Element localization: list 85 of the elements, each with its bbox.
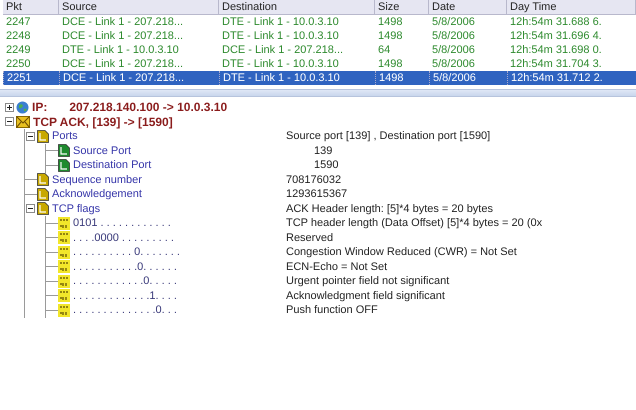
field-value: Reserved bbox=[286, 232, 334, 244]
field-value: Push function OFF bbox=[286, 304, 378, 316]
bits-icon bbox=[58, 246, 70, 259]
table-cell-text: 5/8/2006 bbox=[431, 29, 476, 43]
document-icon bbox=[37, 173, 49, 186]
field-value: ACK Header length: [5]*4 bytes = 20 bytes bbox=[286, 202, 493, 215]
table-cell-text: 2249 bbox=[5, 43, 32, 57]
field-name[interactable]: IP: bbox=[32, 100, 48, 114]
table-cell: 12h:54m 31.712 2. bbox=[507, 71, 636, 85]
column-header[interactable]: Day Time bbox=[507, 0, 636, 15]
collapse-icon[interactable] bbox=[26, 204, 35, 214]
field-value: Congestion Window Reduced (CWR) = Not Set bbox=[286, 246, 517, 258]
field-name[interactable]: Destination Port bbox=[73, 159, 152, 172]
bits-icon bbox=[58, 289, 70, 302]
field-name[interactable]: Source Port bbox=[73, 144, 132, 157]
field-value: Urgent pointer field not significant bbox=[286, 275, 450, 288]
field-value: Source port [139] , Destination port [1590] bbox=[286, 130, 490, 142]
collapse-icon[interactable] bbox=[26, 132, 35, 141]
document-icon bbox=[37, 202, 49, 216]
table-cell: 1498 bbox=[375, 71, 429, 85]
bit-pattern[interactable]: . . . .0000 . . . . . . . . . bbox=[73, 232, 174, 244]
table-cell-text: 12h:54m 31.688 6. bbox=[509, 15, 603, 29]
table-cell-text: DTE - Link 1 - 10.0.3.10 bbox=[221, 57, 340, 71]
table-cell: 2251 bbox=[3, 71, 59, 85]
table-cell-text: DCE - Link 1 - 207.218... bbox=[221, 43, 344, 57]
bits-icon bbox=[58, 231, 70, 244]
field-value: ECN-Echo = Not Set bbox=[286, 260, 388, 273]
bits-icon bbox=[58, 216, 70, 230]
table-cell-text: DCE - Link 1 - 207.218... bbox=[61, 15, 184, 29]
field-value: 1293615367 bbox=[286, 188, 348, 200]
field-value: 1590 bbox=[314, 159, 338, 172]
field-name[interactable]: TCP ACK, [139] -> [1590] bbox=[33, 114, 173, 129]
table-cell-text: 12h:54m 31.696 4. bbox=[509, 29, 603, 43]
field-name[interactable]: Sequence number bbox=[52, 174, 142, 186]
table-cell-text: 5/8/2006 bbox=[431, 57, 476, 71]
column-header[interactable]: Size bbox=[375, 0, 429, 15]
bit-pattern[interactable]: . . . . . . . . . . . . . .0. . . bbox=[73, 304, 177, 316]
expand-icon[interactable] bbox=[5, 102, 14, 112]
field-value: 139 bbox=[314, 144, 332, 157]
field-name[interactable]: Acknowledgement bbox=[52, 188, 142, 200]
bit-pattern[interactable]: 0101 . . . . . . . . . . . . bbox=[73, 217, 171, 230]
bit-pattern[interactable]: . . . . . . . . . . . . .1. . . . bbox=[73, 290, 177, 302]
bits-icon bbox=[58, 260, 70, 274]
table-cell-text: 2248 bbox=[5, 29, 32, 43]
table-cell-text: DCE - Link 1 - 207.218... bbox=[61, 57, 184, 71]
table-cell-text: 2250 bbox=[5, 57, 32, 71]
column-header[interactable]: Date bbox=[429, 0, 507, 15]
globe-icon bbox=[16, 100, 29, 114]
table-cell-text: DCE - Link 1 - 207.218... bbox=[61, 29, 184, 43]
table-cell-text: 12h:54m 31.698 0. bbox=[509, 43, 603, 57]
field-value: Acknowledgment field significant bbox=[286, 290, 445, 302]
bit-pattern[interactable]: . . . . . . . . . . 0. . . . . . . bbox=[73, 246, 180, 258]
collapse-icon[interactable] bbox=[5, 117, 14, 126]
table-cell-text: 12h:54m 31.704 3. bbox=[509, 57, 603, 71]
address-summary: 207.218.140.100 -> 10.0.3.10 bbox=[69, 100, 228, 114]
bit-pattern[interactable]: . . . . . . . . . . . .0. . . . . bbox=[73, 275, 177, 288]
table-cell-text: DTE - Link 1 - 10.0.3.10 bbox=[221, 15, 340, 29]
column-header[interactable]: Source bbox=[59, 0, 219, 15]
document-icon bbox=[58, 158, 70, 172]
table-cell: DTE - Link 1 - 10.0.3.10 bbox=[219, 71, 375, 85]
envelope-icon bbox=[16, 116, 30, 128]
field-name[interactable]: Ports bbox=[52, 130, 78, 142]
table-cell-text: 5/8/2006 bbox=[431, 15, 476, 29]
table-cell-text: 1498 bbox=[377, 29, 404, 43]
table-cell: 5/8/2006 bbox=[429, 71, 507, 85]
packet-row[interactable]: 2251 DCE - Link 1 - 207.218... DTE - Link 1 - 10.0.3.10 1498 5/8/2006 12h:54m 31.712 2. bbox=[3, 71, 636, 85]
document-icon bbox=[37, 130, 49, 143]
document-icon bbox=[58, 144, 70, 158]
table-cell: DCE - Link 1 - 207.218... bbox=[59, 71, 219, 85]
table-cell-text: 1498 bbox=[377, 15, 404, 29]
table-cell-text: 2247 bbox=[5, 15, 32, 29]
field-value: TCP header length (Data Offset) [5]*4 bytes = 20 (0x bbox=[286, 217, 542, 230]
bits-icon bbox=[58, 274, 70, 288]
table-cell-text: DTE - Link 1 - 10.0.3.10 bbox=[61, 43, 180, 57]
table-cell-text: 1498 bbox=[377, 57, 404, 71]
bit-pattern[interactable]: . . . . . . . . . . .0. . . . . . bbox=[73, 260, 177, 273]
table-cell-text: 64 bbox=[377, 43, 392, 57]
column-header[interactable]: Pkt bbox=[3, 0, 59, 15]
field-value: 708176032 bbox=[286, 174, 342, 186]
table-cell-text: 5/8/2006 bbox=[431, 43, 476, 57]
bits-icon bbox=[58, 304, 70, 317]
field-name[interactable]: TCP flags bbox=[52, 202, 100, 215]
document-icon bbox=[37, 188, 49, 201]
column-header[interactable]: Destination bbox=[219, 0, 375, 15]
table-cell-text: DTE - Link 1 - 10.0.3.10 bbox=[221, 29, 340, 43]
